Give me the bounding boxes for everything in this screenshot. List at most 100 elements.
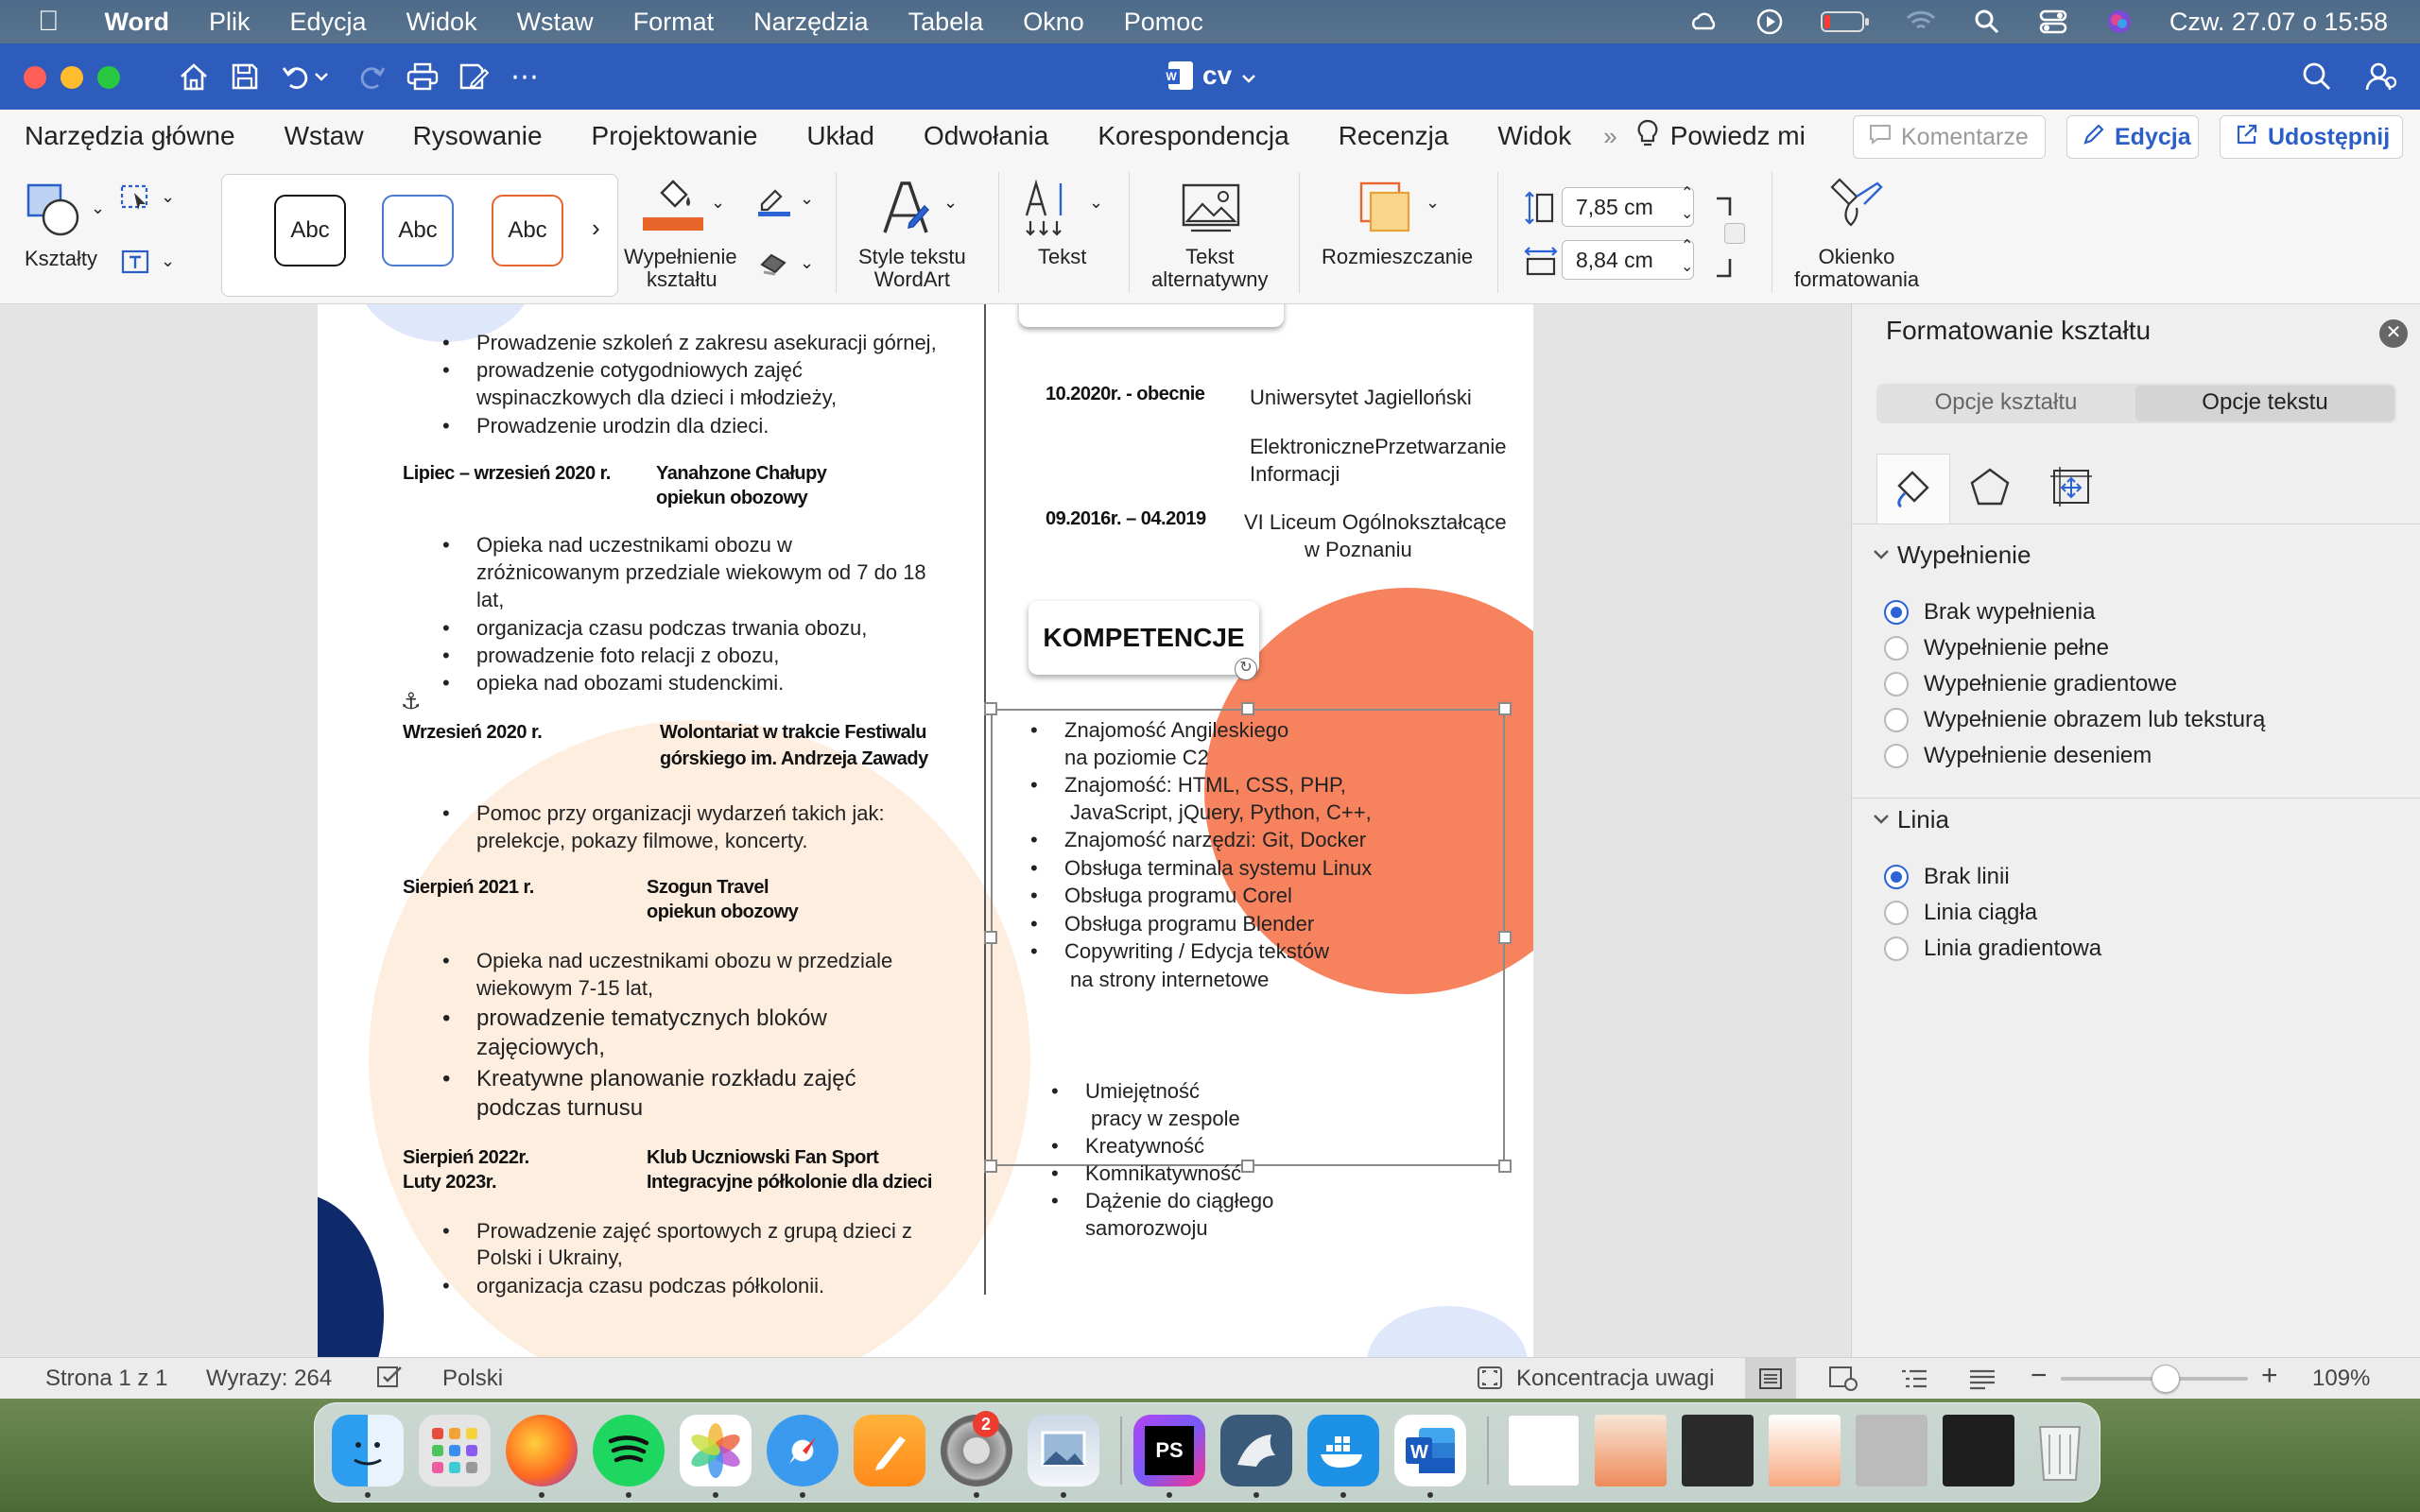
- docker-icon[interactable]: [1307, 1415, 1379, 1486]
- option-picture-fill[interactable]: Wypełnienie obrazem lub teksturą: [1924, 707, 2265, 733]
- undo-dropdown-icon[interactable]: [312, 59, 331, 94]
- wifi-icon[interactable]: [1905, 9, 1937, 34]
- editing-button[interactable]: Edycja: [2066, 115, 2199, 159]
- overflow-chevron-icon[interactable]: »: [1603, 122, 1616, 151]
- menu-edycja[interactable]: Edycja: [290, 8, 367, 37]
- document-title[interactable]: W cv: [1163, 60, 1256, 91]
- save-as-icon[interactable]: [456, 59, 492, 94]
- preview-icon[interactable]: [1028, 1415, 1099, 1486]
- option-gradient-fill[interactable]: Wypełnienie gradientowe: [1924, 671, 2177, 697]
- fill-section-title[interactable]: Wypełnienie: [1897, 541, 2031, 570]
- play-icon[interactable]: [1754, 9, 1786, 35]
- zoom-in-button[interactable]: +: [2261, 1360, 2278, 1392]
- save-icon[interactable]: [227, 59, 263, 94]
- arrange-dropdown-icon[interactable]: ⌄: [1426, 193, 1440, 213]
- zoom-slider-track[interactable]: [2061, 1365, 2248, 1393]
- search-icon[interactable]: [1971, 9, 2003, 34]
- shape-style-blue[interactable]: Abc: [382, 195, 454, 266]
- wordart-label[interactable]: Style tekstu WordArt: [858, 246, 966, 291]
- outline-view-icon[interactable]: [1900, 1367, 1928, 1397]
- option-no-line[interactable]: Brak linii: [1924, 864, 2010, 890]
- redo-icon[interactable]: [354, 59, 389, 94]
- zoom-window-button[interactable]: [97, 66, 120, 89]
- radio-solid-line[interactable]: [1884, 901, 1909, 925]
- textbox-dropdown-icon[interactable]: ⌄: [161, 251, 175, 271]
- height-field[interactable]: 7,85 cm: [1562, 187, 1694, 227]
- effects-pentagon-icon[interactable]: [1969, 467, 2011, 511]
- menu-app-name[interactable]: Word: [105, 8, 170, 37]
- web-layout-view-icon[interactable]: [1828, 1366, 1858, 1399]
- resize-handle-nw[interactable]: [984, 702, 997, 715]
- resize-handle-e[interactable]: [1498, 931, 1512, 944]
- minimized-window-thumbnail[interactable]: [1769, 1415, 1841, 1486]
- tab-design[interactable]: Projektowanie: [592, 121, 758, 151]
- shapes-icon[interactable]: [25, 181, 81, 243]
- menu-widok[interactable]: Widok: [406, 8, 477, 37]
- close-window-button[interactable]: [24, 66, 46, 89]
- radio-pattern-fill[interactable]: [1884, 744, 1909, 768]
- account-icon[interactable]: [2363, 59, 2399, 94]
- resize-handle-sw[interactable]: [984, 1160, 997, 1173]
- radio-gradient-line[interactable]: [1884, 936, 1909, 961]
- tell-me-search[interactable]: Powiedz mi: [1670, 121, 1806, 151]
- shapes-label[interactable]: Kształty: [25, 248, 97, 270]
- lock-aspect-checkbox[interactable]: [1724, 223, 1745, 244]
- shape-style-orange[interactable]: Abc: [492, 195, 563, 266]
- outline-dropdown-icon[interactable]: ⌄: [800, 189, 814, 209]
- tab-shape-options[interactable]: Opcje kształtu: [1876, 389, 2135, 416]
- chevron-down-icon[interactable]: [1873, 548, 1890, 565]
- minimized-window-thumbnail[interactable]: [1856, 1415, 1927, 1486]
- language[interactable]: Polski: [442, 1366, 503, 1392]
- select-icon[interactable]: [119, 183, 151, 216]
- tab-home[interactable]: Narzędzia główne: [25, 121, 235, 151]
- option-solid-line[interactable]: Linia ciągła: [1924, 900, 2037, 926]
- launchpad-icon[interactable]: [419, 1415, 491, 1486]
- width-field[interactable]: 8,84 cm: [1562, 240, 1694, 280]
- radio-no-line[interactable]: [1884, 865, 1909, 889]
- text-label[interactable]: Tekst: [1038, 246, 1086, 268]
- zoom-out-button[interactable]: −: [2031, 1360, 2048, 1392]
- print-icon[interactable]: [405, 59, 441, 94]
- tab-text-options[interactable]: Opcje tekstu: [2135, 389, 2394, 416]
- document-page[interactable]: Prowadzenie szkoleń z zakresu asekuracji…: [318, 304, 1533, 1357]
- competences-heading-box[interactable]: KOMPETENCJE: [1028, 601, 1259, 675]
- share-button[interactable]: Udostępnij: [2220, 115, 2403, 159]
- menubar-clock[interactable]: Czw. 27.07 o 15:58: [2169, 8, 2388, 37]
- spotify-icon[interactable]: [593, 1415, 665, 1486]
- wordart-dropdown-icon[interactable]: ⌄: [943, 193, 958, 213]
- height-stepper[interactable]: ⌃ ⌄: [1681, 183, 1693, 225]
- width-stepper[interactable]: ⌃ ⌄: [1681, 236, 1693, 278]
- shape-style-black[interactable]: Abc: [274, 195, 346, 266]
- rotate-handle-icon[interactable]: ↻: [1235, 658, 1257, 680]
- phpstorm-icon[interactable]: PS: [1133, 1415, 1205, 1486]
- resize-handle-se[interactable]: [1498, 1160, 1512, 1173]
- home-icon[interactable]: [176, 59, 212, 94]
- wordart-icon[interactable]: [877, 178, 934, 243]
- anchor-icon[interactable]: ⚓: [401, 688, 422, 715]
- resize-handle-w[interactable]: [984, 931, 997, 944]
- menu-pomoc[interactable]: Pomoc: [1124, 8, 1203, 37]
- menu-narzedzia[interactable]: Narzędzia: [753, 8, 869, 37]
- comments-button[interactable]: Komentarze: [1853, 115, 2046, 159]
- trash-icon[interactable]: [2024, 1415, 2096, 1486]
- shape-effects-icon[interactable]: [756, 251, 792, 281]
- menu-wstaw[interactable]: Wstaw: [517, 8, 594, 37]
- option-no-fill[interactable]: Brak wypełnienia: [1924, 599, 2095, 626]
- fill-dropdown-icon[interactable]: ⌄: [711, 193, 725, 213]
- page-count[interactable]: Strona 1 z 1: [45, 1366, 167, 1392]
- line-section-title[interactable]: Linia: [1897, 805, 1949, 834]
- apple-logo-icon[interactable]: : [38, 6, 60, 38]
- option-solid-fill[interactable]: Wypełnienie pełne: [1924, 635, 2109, 662]
- text-dropdown-icon[interactable]: ⌄: [1089, 193, 1103, 213]
- fill-color-swatch[interactable]: [643, 217, 703, 231]
- document-canvas[interactable]: Prowadzenie szkoleń z zakresu asekuracji…: [0, 304, 1851, 1357]
- format-pane-icon[interactable]: [1828, 176, 1887, 237]
- tab-view[interactable]: Widok: [1497, 121, 1571, 151]
- tab-review[interactable]: Recenzja: [1339, 121, 1449, 151]
- undo-icon[interactable]: [278, 59, 314, 94]
- radio-picture-fill[interactable]: [1884, 708, 1909, 732]
- menu-plik[interactable]: Plik: [209, 8, 251, 37]
- word-app-icon[interactable]: W: [1394, 1415, 1466, 1486]
- arrange-icon[interactable]: [1357, 180, 1416, 241]
- focus-mode[interactable]: Koncentracja uwagi: [1516, 1366, 1714, 1392]
